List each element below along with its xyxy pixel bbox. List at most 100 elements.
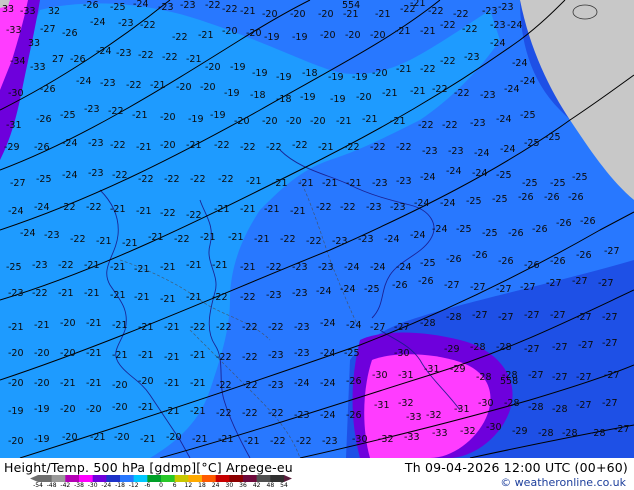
temperature-label: -22 <box>268 322 284 333</box>
temperature-label: -21 <box>110 290 126 301</box>
colorbar-segment <box>133 475 148 482</box>
temperature-label: -22 <box>172 32 188 43</box>
temperature-label: -26 <box>36 114 52 125</box>
temperature-label: -20 <box>246 28 262 39</box>
temperature-label: -23 <box>294 322 310 333</box>
temperature-label: -22 <box>222 4 238 15</box>
temperature-label: -33 <box>404 432 420 443</box>
temperature-label: -22 <box>214 140 230 151</box>
temperature-label: -22 <box>60 202 76 213</box>
temperature-label: -24 <box>320 318 336 329</box>
colorbar-tick-label: -54 <box>33 482 43 489</box>
temperature-label: -21 <box>160 262 176 273</box>
temperature-label: -25 <box>492 194 508 205</box>
temperature-label: -26 <box>524 260 540 271</box>
temperature-label: -21 <box>122 238 138 249</box>
temperature-label: -22 <box>370 142 386 153</box>
temperature-label: -23 <box>180 0 196 11</box>
temperature-label: -32 <box>460 426 476 437</box>
temperature-label: -22 <box>306 236 322 247</box>
temperature-label: -20 <box>8 348 24 359</box>
temperature-label: -26 <box>556 218 572 229</box>
temperature-label: -29 <box>512 426 528 437</box>
temperature-label: -23 <box>116 48 132 59</box>
temperature-label: -22 <box>242 408 258 419</box>
temperature-label: -26 <box>418 276 434 287</box>
temperature-label: -22 <box>190 174 206 185</box>
temperature-label: 32 <box>48 6 60 17</box>
temperature-label: -20 <box>234 116 250 127</box>
temperature-label: -25 <box>36 174 52 185</box>
temperature-label: -19 <box>34 434 50 445</box>
temperature-label: -20 <box>176 82 192 93</box>
temperature-label: -33 <box>6 25 22 36</box>
temperature-label: -22 <box>108 106 124 117</box>
temperature-label: -23 <box>470 118 486 129</box>
temperature-label: -25 <box>520 110 536 121</box>
temperature-label: -27 <box>604 370 620 381</box>
temperature-label: -32 <box>398 398 414 409</box>
temperature-label: -24 <box>96 46 112 57</box>
temperature-label: -20 <box>222 26 238 37</box>
temperature-label: -27 <box>472 310 488 321</box>
temperature-label: -20 <box>8 436 24 447</box>
temperature-label: -21 <box>160 294 176 305</box>
temperature-label: -19 <box>188 114 204 125</box>
temperature-label: -19 <box>230 62 246 73</box>
colorbar-segment <box>202 475 216 482</box>
temperature-label: -28 <box>476 372 492 383</box>
temperature-label: -22 <box>190 322 206 333</box>
temperature-label: -25 <box>550 178 566 189</box>
temperature-label: -23 <box>322 436 338 447</box>
temperature-label: -22 <box>462 24 478 35</box>
temperature-label: -27 <box>604 246 620 257</box>
temperature-label: -26 <box>518 192 534 203</box>
temperature-label: -26 <box>40 84 56 95</box>
temperature-label: -21 <box>410 86 426 97</box>
temperature-label: -21 <box>346 178 362 189</box>
temperature-label: -22 <box>216 322 232 333</box>
temperature-label: -21 <box>164 378 180 389</box>
temperature-label: -21 <box>192 434 208 445</box>
temperature-label: -24 <box>320 410 336 421</box>
temperature-label: -27 <box>614 424 630 435</box>
temperature-label: -21 <box>212 260 228 271</box>
temperature-label: -23 <box>390 202 406 213</box>
colorbar-segment <box>79 475 93 482</box>
temperature-label: -20 <box>262 9 278 20</box>
temperature-label: -20 <box>34 348 50 359</box>
temperature-label: -21 <box>272 178 288 189</box>
temperature-label: -21 <box>218 434 234 445</box>
colorbar-segment <box>174 475 189 482</box>
temperature-label: -23 <box>118 18 134 29</box>
temperature-label: -27 <box>470 282 486 293</box>
temperature-label: -22 <box>418 120 434 131</box>
temperature-label: -33 <box>406 412 422 423</box>
colorbar-segment <box>270 475 285 482</box>
temperature-label: -24 <box>34 202 50 213</box>
temperature-label: -23 <box>84 104 100 115</box>
temperature-label: -20 <box>160 112 176 123</box>
colorbar-tick-label: 30 <box>225 482 234 489</box>
temperature-label: -24 <box>440 198 456 209</box>
temperature-label: -21 <box>138 350 154 361</box>
temperature-label: -27 <box>576 400 592 411</box>
temperature-label: -23 <box>372 178 388 189</box>
temperature-label: -20 <box>114 432 130 443</box>
temperature-label: -21 <box>186 140 202 151</box>
credit-link[interactable]: © weatheronline.co.uk <box>500 476 626 489</box>
temperature-label: -23 <box>88 138 104 149</box>
temperature-label: -26 <box>550 256 566 267</box>
temperature-label: -19 <box>300 92 316 103</box>
temperature-label: -21 <box>198 30 214 41</box>
temperature-label: -20 <box>290 9 306 20</box>
lake <box>572 4 598 20</box>
colorbar-tick-label: 12 <box>184 482 193 489</box>
temperature-label: -26 <box>498 256 514 267</box>
temperature-label: -24 <box>410 230 426 241</box>
colorbar-left-arrow <box>30 475 38 482</box>
temperature-label: -24 <box>496 114 512 125</box>
temperature-label: -21 <box>298 178 314 189</box>
temperature-label: -22 <box>140 20 156 31</box>
colorbar-tick-label: -18 <box>115 482 125 489</box>
